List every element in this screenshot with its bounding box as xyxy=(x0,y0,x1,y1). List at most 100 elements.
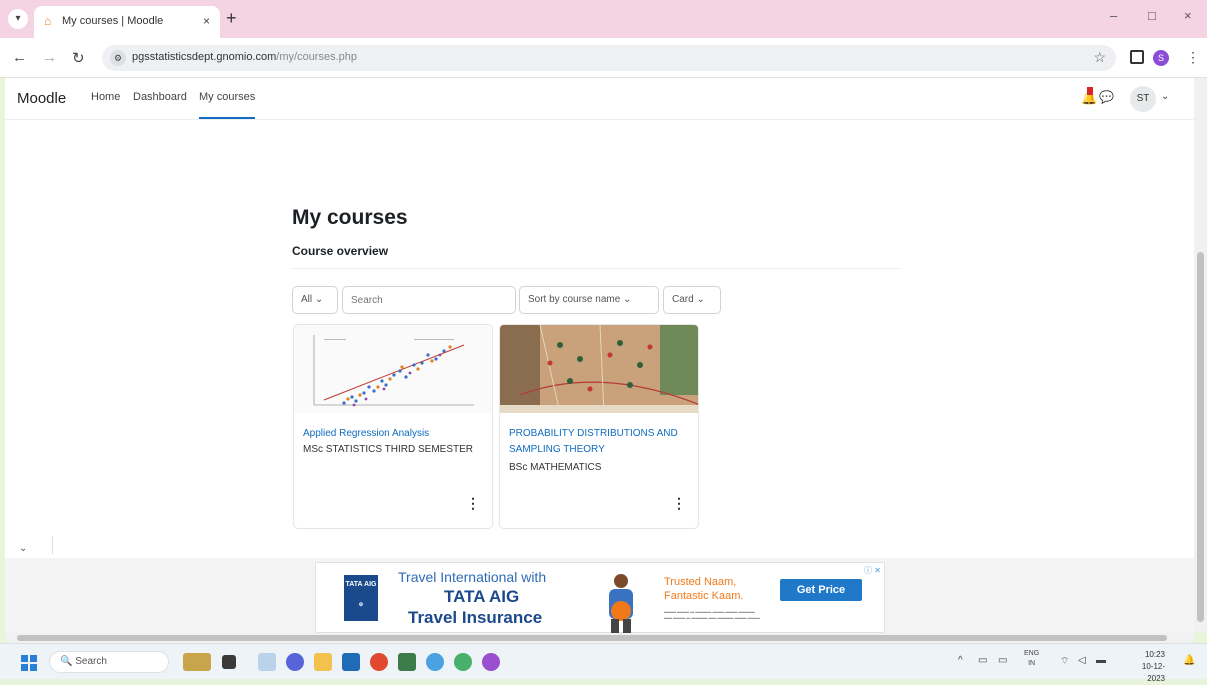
course-search-input[interactable] xyxy=(342,286,516,314)
back-icon[interactable]: ← xyxy=(12,49,27,66)
course-category: BSc MATHEMATICS xyxy=(509,462,602,473)
view-mode-dropdown[interactable]: Card ⌄ xyxy=(663,286,721,314)
page-title: My courses xyxy=(292,206,408,229)
ad-logo-text: TATA AIG xyxy=(345,581,377,588)
notification-badge xyxy=(1087,87,1093,95)
site-brand[interactable]: Moodle xyxy=(17,90,66,107)
tata-aig-logo: TATA AIG ⚙ xyxy=(344,575,378,621)
browser-tab[interactable]: ⌂ My courses | Moodle × xyxy=(34,6,220,38)
drawer-toggle-chevron-icon[interactable]: ⌄ xyxy=(19,543,27,554)
tab-title: My courses | Moodle xyxy=(62,15,164,27)
new-tab-button[interactable]: + xyxy=(226,9,237,27)
notification-center-icon[interactable]: 🔔 xyxy=(1183,655,1195,666)
side-panel-icon[interactable] xyxy=(1130,50,1144,64)
grouping-filter-value: All xyxy=(301,294,313,305)
grouping-filter-dropdown[interactable]: All ⌄ xyxy=(292,286,338,314)
taskbar-clock[interactable]: 10:23 10-12-2023 xyxy=(1125,649,1165,685)
vertical-scrollbar[interactable] xyxy=(1194,78,1207,633)
clock-time: 10:23 xyxy=(1144,650,1165,659)
course-image-regression-plot[interactable] xyxy=(294,325,493,413)
url-path: /my/courses.php xyxy=(276,51,357,63)
url-host: pgsstatisticsdept.gnomio.com xyxy=(132,51,277,63)
ad-headline-3: Travel Insurance xyxy=(408,608,543,627)
ad-fine-print: ▬▬▬ ▬▬▬ ▬ ▬▬▬▬ ▬▬▬ ▬▬▬ ▬▬▬▬ ▬▬ ▬▬▬ ▬ ▬▬▬▬… xyxy=(664,609,760,620)
notifications-bell-icon[interactable]: 🔔 xyxy=(1081,87,1097,106)
sort-dropdown[interactable]: Sort by course name ⌄ xyxy=(519,286,659,314)
clock-date: 10-12-2023 xyxy=(1141,662,1165,683)
section-title: Course overview xyxy=(292,244,389,258)
browser-tab-strip: ▾ ⌂ My courses | Moodle × + – □ × xyxy=(0,0,1207,38)
ad-container: TATA AIG ⚙ Travel International with TATA… xyxy=(5,558,1194,633)
task-view-icon[interactable] xyxy=(222,655,236,669)
nav-my-courses[interactable]: My courses xyxy=(199,91,256,119)
user-menu-chevron-icon[interactable]: ⌄ xyxy=(1161,91,1169,102)
view-mode-value: Card xyxy=(672,294,694,305)
browser-menu-icon[interactable]: ⋮ xyxy=(1186,49,1200,66)
close-window-button[interactable]: × xyxy=(1184,8,1192,23)
forward-icon[interactable]: → xyxy=(42,49,57,66)
widgets-icon[interactable] xyxy=(183,653,211,671)
site-info-icon[interactable]: ⚙ xyxy=(110,50,126,66)
url-field[interactable]: ⚙ pgsstatisticsdept.gnomio.com/my/course… xyxy=(102,45,1116,71)
messages-icon[interactable]: 💬 xyxy=(1099,90,1114,104)
nav-dashboard[interactable]: Dashboard xyxy=(133,91,187,103)
tray-display-icon[interactable]: ▭ xyxy=(998,655,1007,666)
drawer-divider xyxy=(52,536,53,554)
ad-get-price-button[interactable]: Get Price xyxy=(780,579,862,601)
reload-icon[interactable]: ↻ xyxy=(72,49,85,67)
ad-headline-2: TATA AIG xyxy=(444,587,520,606)
wifi-icon[interactable]: ⌔ xyxy=(1060,655,1069,668)
horizontal-scroll-thumb[interactable] xyxy=(17,635,1167,641)
taskbar-search-label: Search xyxy=(75,656,107,667)
taskbar-search[interactable]: 🔍 Search xyxy=(49,651,169,673)
chat-app-icon[interactable] xyxy=(258,653,276,671)
ad-choices-icon[interactable]: ⓘ ✕ xyxy=(864,565,881,576)
screen-frame: ▾ ⌂ My courses | Moodle × + – □ × ← → ↻ … xyxy=(0,0,1207,683)
course-actions-icon[interactable]: ⋮ xyxy=(672,495,686,512)
moodle-favicon-icon: ⌂ xyxy=(44,14,52,28)
battery-icon[interactable]: ▬ xyxy=(1096,655,1106,666)
course-actions-icon[interactable]: ⋮ xyxy=(466,495,480,512)
language-code: ENG xyxy=(1024,650,1040,657)
moodle-navbar: Moodle Home Dashboard My courses 🔔 💬 ST … xyxy=(5,78,1194,120)
windows-taskbar: 🔍 Search ^ ▭ ▭ ENG IN ⌔ ◁ ▬ 10:23 10-12-20… xyxy=(0,643,1207,683)
chrome-icon[interactable] xyxy=(370,653,388,671)
course-category: MSc STATISTICS THIRD SEMESTER xyxy=(303,444,474,455)
ad-person-image xyxy=(609,574,633,633)
course-card[interactable]: PROBABILITY DISTRIBUTIONS AND SAMPLING T… xyxy=(499,324,699,529)
tray-app-icon[interactable]: ▭ xyxy=(978,655,987,666)
store-icon[interactable] xyxy=(342,653,360,671)
course-image-climbing-wall[interactable] xyxy=(500,325,699,413)
divider xyxy=(292,268,900,269)
language-indicator[interactable]: ENG IN xyxy=(1024,649,1039,669)
windows-start-icon[interactable] xyxy=(21,655,37,671)
sort-value: Sort by course name xyxy=(528,294,621,305)
nav-home[interactable]: Home xyxy=(91,91,120,103)
ad-headline-1: Travel International with xyxy=(398,569,547,585)
url-text: pgsstatisticsdept.gnomio.com/my/courses.… xyxy=(132,51,357,63)
app-icon-3[interactable] xyxy=(426,653,444,671)
app-icon-2[interactable] xyxy=(398,653,416,671)
minimize-button[interactable]: – xyxy=(1110,8,1117,23)
app-icon-4[interactable] xyxy=(482,653,500,671)
user-avatar[interactable]: ST xyxy=(1130,86,1156,112)
language-region: IN xyxy=(1028,660,1036,667)
profile-avatar-icon[interactable]: S xyxy=(1153,50,1169,66)
course-card[interactable]: Applied Regression Analysis MSc STATISTI… xyxy=(293,324,493,529)
tab-search-button[interactable]: ▾ xyxy=(8,9,28,29)
course-link[interactable]: Applied Regression Analysis xyxy=(303,426,488,442)
tray-chevron-icon[interactable]: ^ xyxy=(958,655,963,666)
course-link[interactable]: PROBABILITY DISTRIBUTIONS AND SAMPLING T… xyxy=(509,426,694,458)
horizontal-scrollbar[interactable] xyxy=(5,633,1194,643)
travel-insurance-ad[interactable]: TATA AIG ⚙ Travel International with TATA… xyxy=(315,562,885,633)
file-explorer-icon[interactable] xyxy=(314,653,332,671)
address-bar-row: ← → ↻ ⚙ pgsstatisticsdept.gnomio.com/my/… xyxy=(0,38,1207,78)
search-icon: 🔍 xyxy=(60,656,73,667)
edge-icon[interactable] xyxy=(454,653,472,671)
vertical-scroll-thumb[interactable] xyxy=(1197,252,1204,622)
volume-icon[interactable]: ◁ xyxy=(1078,655,1086,666)
app-icon-1[interactable] xyxy=(286,653,304,671)
bookmark-star-icon[interactable]: ☆ xyxy=(1093,49,1106,66)
maximize-button[interactable]: □ xyxy=(1148,8,1156,23)
close-tab-icon[interactable]: × xyxy=(203,14,210,28)
